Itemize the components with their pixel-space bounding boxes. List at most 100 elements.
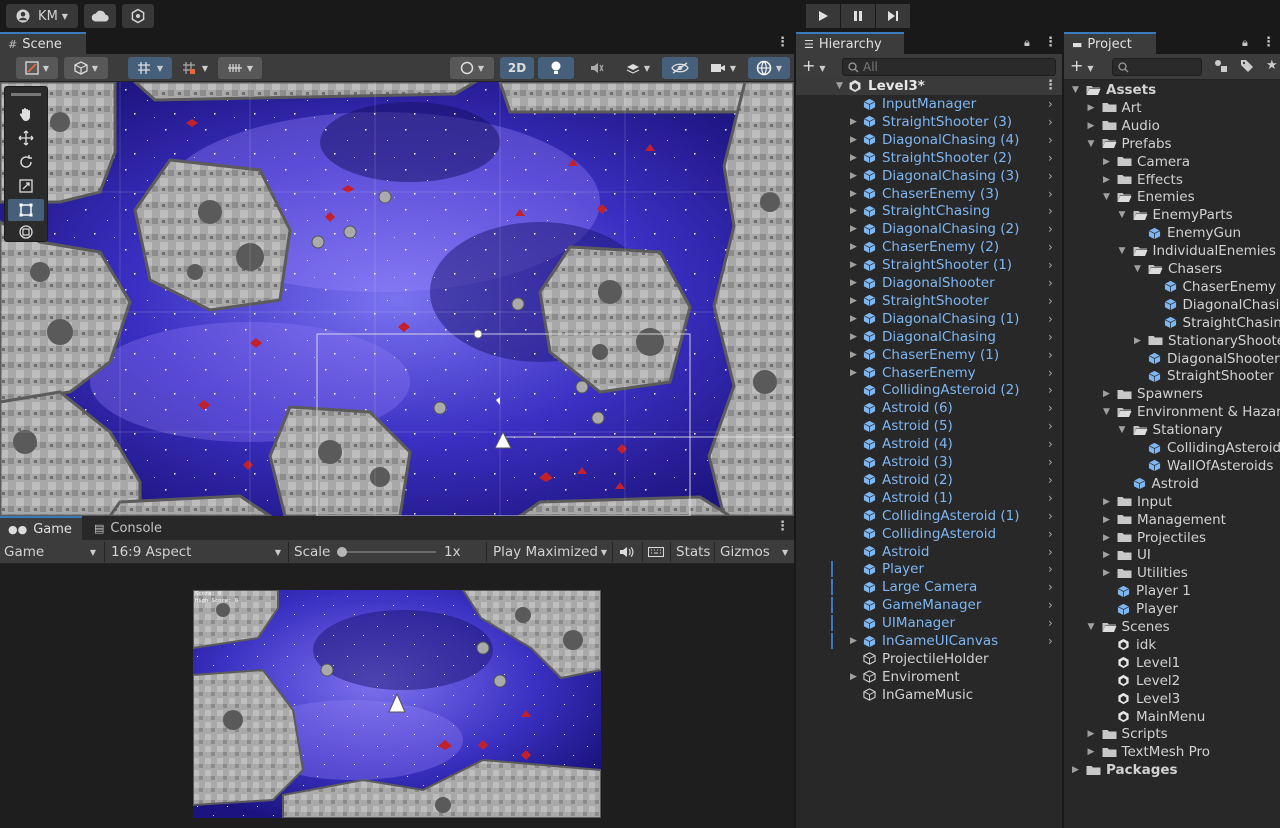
project-row[interactable]: DiagonalChasin — [1064, 296, 1280, 314]
hierarchy-row[interactable]: InputManager › — [796, 95, 1062, 113]
open-prefab-icon[interactable]: › — [1048, 473, 1053, 487]
hierarchy-row[interactable]: Astroid › — [796, 543, 1062, 561]
project-row[interactable]: ▶ Packages — [1064, 761, 1280, 779]
hierarchy-row[interactable]: ▶ DiagonalChasing (4) › — [796, 131, 1062, 149]
account-dropdown[interactable]: KM ▼ — [6, 4, 78, 28]
open-prefab-icon[interactable]: › — [1048, 634, 1053, 648]
open-prefab-icon[interactable]: › — [1048, 527, 1053, 541]
hierarchy-row[interactable]: CollidingAsteroid › — [796, 525, 1062, 543]
hierarchy-row[interactable]: ProjectileHolder — [796, 650, 1062, 668]
project-row[interactable]: WallOfAsteroids — [1064, 457, 1280, 475]
open-prefab-icon[interactable]: › — [1048, 348, 1053, 362]
project-row[interactable]: EnemyGun — [1064, 224, 1280, 242]
project-row[interactable]: ▶ StationaryShooter — [1064, 332, 1280, 350]
project-row[interactable]: ▼ Chasers — [1064, 260, 1280, 278]
hierarchy-row[interactable]: ▶ ChaserEnemy (1) › — [796, 346, 1062, 364]
open-prefab-icon[interactable]: › — [1048, 491, 1053, 505]
lighting-toggle[interactable] — [538, 57, 574, 79]
lock-icon[interactable]: 🔒︎ — [1024, 36, 1030, 50]
play-button[interactable] — [806, 4, 840, 28]
project-row[interactable]: ▼ IndividualEnemies — [1064, 242, 1280, 260]
scale-slider-thumb[interactable] — [337, 547, 347, 557]
project-row[interactable]: ▶ Projectiles — [1064, 529, 1280, 547]
hierarchy-search-input[interactable]: All — [842, 58, 1056, 76]
grid-snap-dropdown[interactable]: ▼ — [128, 57, 172, 79]
hierarchy-row[interactable]: CollidingAsteroid (2) › — [796, 381, 1062, 399]
scene-root-menu-icon[interactable]: ⋮ — [1044, 78, 1057, 94]
tab-console[interactable]: ▤ Console — [86, 516, 176, 540]
project-row[interactable]: ▼ Environment & Hazards — [1064, 403, 1280, 421]
open-prefab-icon[interactable]: › — [1048, 151, 1053, 165]
open-prefab-icon[interactable]: › — [1048, 616, 1053, 630]
gizmos-button[interactable]: Gizmos — [720, 540, 770, 564]
tab-scene[interactable]: # Scene — [0, 32, 86, 54]
project-row[interactable]: ▶ Camera — [1064, 153, 1280, 171]
project-row[interactable]: ▼ Assets — [1064, 81, 1280, 99]
project-row[interactable]: Player 1 — [1064, 582, 1280, 600]
hierarchy-row[interactable]: ▶ ChaserEnemy (2) › — [796, 238, 1062, 256]
open-prefab-icon[interactable]: › — [1048, 258, 1053, 272]
open-prefab-icon[interactable]: › — [1048, 204, 1053, 218]
project-row[interactable]: ▶ UI — [1064, 546, 1280, 564]
open-prefab-icon[interactable]: › — [1048, 115, 1053, 129]
project-search-input[interactable] — [1112, 58, 1202, 76]
hierarchy-row[interactable]: Astroid (3) › — [796, 453, 1062, 471]
hierarchy-menu-icon[interactable]: ⋮ — [1044, 35, 1057, 51]
scale-tool[interactable] — [10, 175, 42, 197]
project-row[interactable]: ▶ Management — [1064, 511, 1280, 529]
gizmos-dropdown-arrow[interactable]: ▼ — [778, 540, 788, 564]
open-prefab-icon[interactable]: › — [1048, 276, 1053, 290]
hierarchy-row[interactable]: ▶ InGameUICanvas › — [796, 632, 1062, 650]
effects-dropdown[interactable]: ▼ — [618, 57, 658, 79]
open-prefab-icon[interactable]: › — [1048, 222, 1053, 236]
project-row[interactable]: Level2 — [1064, 672, 1280, 690]
rect-tool[interactable] — [8, 199, 44, 221]
game-menu-icon[interactable]: ⋮ — [776, 519, 789, 535]
project-row[interactable]: ▼ Prefabs — [1064, 135, 1280, 153]
project-row[interactable]: ▶ Input — [1064, 493, 1280, 511]
project-row[interactable]: ▼ Enemies — [1064, 188, 1280, 206]
project-row[interactable]: ▶ Spawners — [1064, 385, 1280, 403]
hierarchy-row[interactable]: ▶ DiagonalChasing (2) › — [796, 220, 1062, 238]
hierarchy-row[interactable]: Astroid (6) › — [796, 399, 1062, 417]
audio-toggle[interactable] — [580, 57, 614, 79]
hierarchy-row[interactable]: ▶ ChaserEnemy (3) › — [796, 185, 1062, 203]
hand-tool[interactable] — [10, 103, 42, 125]
project-row[interactable]: CollidingAsteroid — [1064, 439, 1280, 457]
scene-root-row[interactable]: ▼ Level3* ⋮ — [796, 77, 1062, 95]
aspect-dropdown[interactable]: 16:9 Aspect ▼ — [111, 540, 285, 564]
display-dropdown[interactable]: Game ▼ — [4, 540, 100, 564]
open-prefab-icon[interactable]: › — [1048, 419, 1053, 433]
hierarchy-row[interactable]: ▶ Enviroment — [796, 668, 1062, 686]
hierarchy-row[interactable]: ▶ StraightShooter › — [796, 292, 1062, 310]
visibility-toggle[interactable] — [662, 57, 698, 79]
open-prefab-icon[interactable]: › — [1048, 455, 1053, 469]
open-prefab-icon[interactable]: › — [1048, 545, 1053, 559]
open-prefab-icon[interactable]: › — [1048, 366, 1053, 380]
project-row[interactable]: ▼ Scenes — [1064, 618, 1280, 636]
2d-mode-toggle[interactable]: 2D — [500, 57, 534, 79]
project-row[interactable]: ▶ Effects — [1064, 171, 1280, 189]
project-row[interactable]: Astroid — [1064, 475, 1280, 493]
project-row[interactable]: ▶ Audio — [1064, 117, 1280, 135]
hierarchy-row[interactable]: ▶ DiagonalChasing (3) › — [796, 167, 1062, 185]
hierarchy-row[interactable]: Astroid (4) › — [796, 435, 1062, 453]
rotate-tool[interactable] — [10, 151, 42, 173]
lock-icon[interactable]: 🔒︎ — [1242, 36, 1248, 50]
open-prefab-icon[interactable]: › — [1048, 562, 1053, 576]
hierarchy-row[interactable]: CollidingAsteroid (1) › — [796, 507, 1062, 525]
open-prefab-icon[interactable]: › — [1048, 330, 1053, 344]
project-row[interactable]: StraightShooter — [1064, 367, 1280, 385]
project-row[interactable]: ChaserEnemy — [1064, 278, 1280, 296]
pause-button[interactable] — [841, 4, 875, 28]
project-row[interactable]: ▼ Stationary — [1064, 421, 1280, 439]
open-prefab-icon[interactable]: › — [1048, 437, 1053, 451]
project-menu-icon[interactable]: ⋮ — [1262, 35, 1275, 51]
hierarchy-row[interactable]: Large Camera › — [796, 578, 1062, 596]
tab-hierarchy[interactable]: ☰ Hierarchy — [796, 32, 904, 54]
shading-dropdown[interactable]: ▼ — [64, 57, 108, 79]
camera-dropdown[interactable]: ▼ — [702, 57, 744, 79]
favorite-icon[interactable]: ★ — [1266, 58, 1278, 73]
filter-label-button[interactable] — [1240, 59, 1254, 77]
open-prefab-icon[interactable]: › — [1048, 97, 1053, 111]
